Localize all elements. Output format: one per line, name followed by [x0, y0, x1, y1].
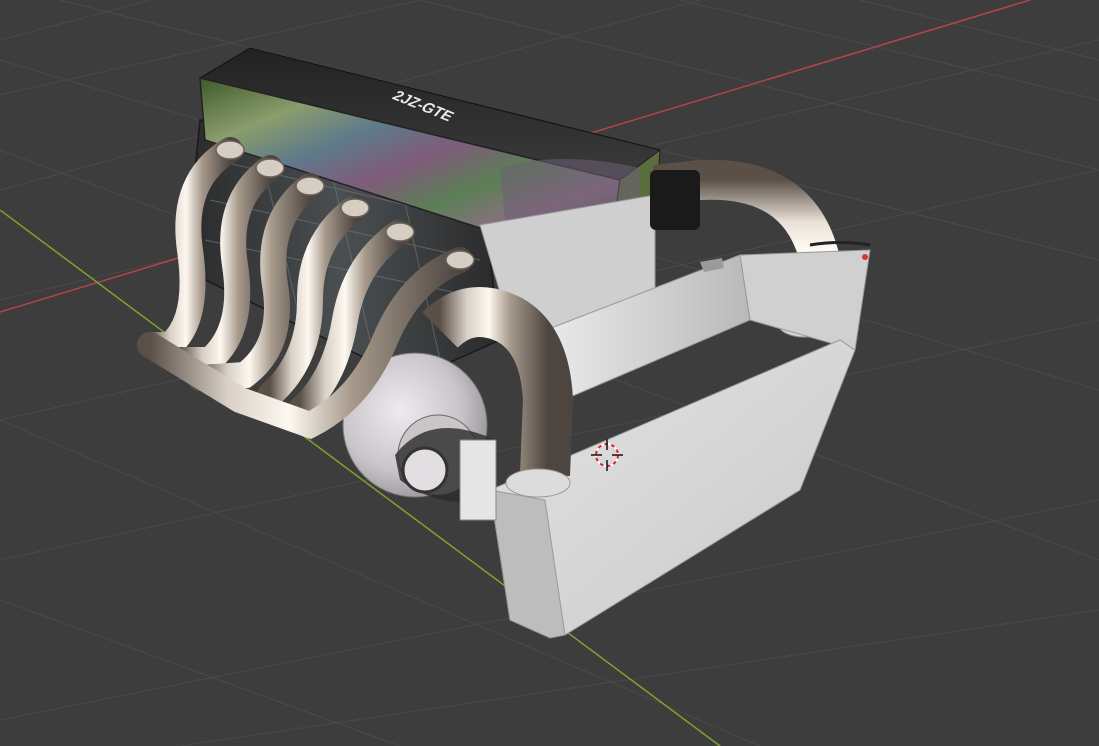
3d-viewport[interactable]: 2JZ-GTE: [0, 0, 1099, 746]
engine-model[interactable]: 2JZ-GTE: [137, 47, 871, 639]
viewport-canvas[interactable]: 2JZ-GTE: [0, 0, 1099, 746]
